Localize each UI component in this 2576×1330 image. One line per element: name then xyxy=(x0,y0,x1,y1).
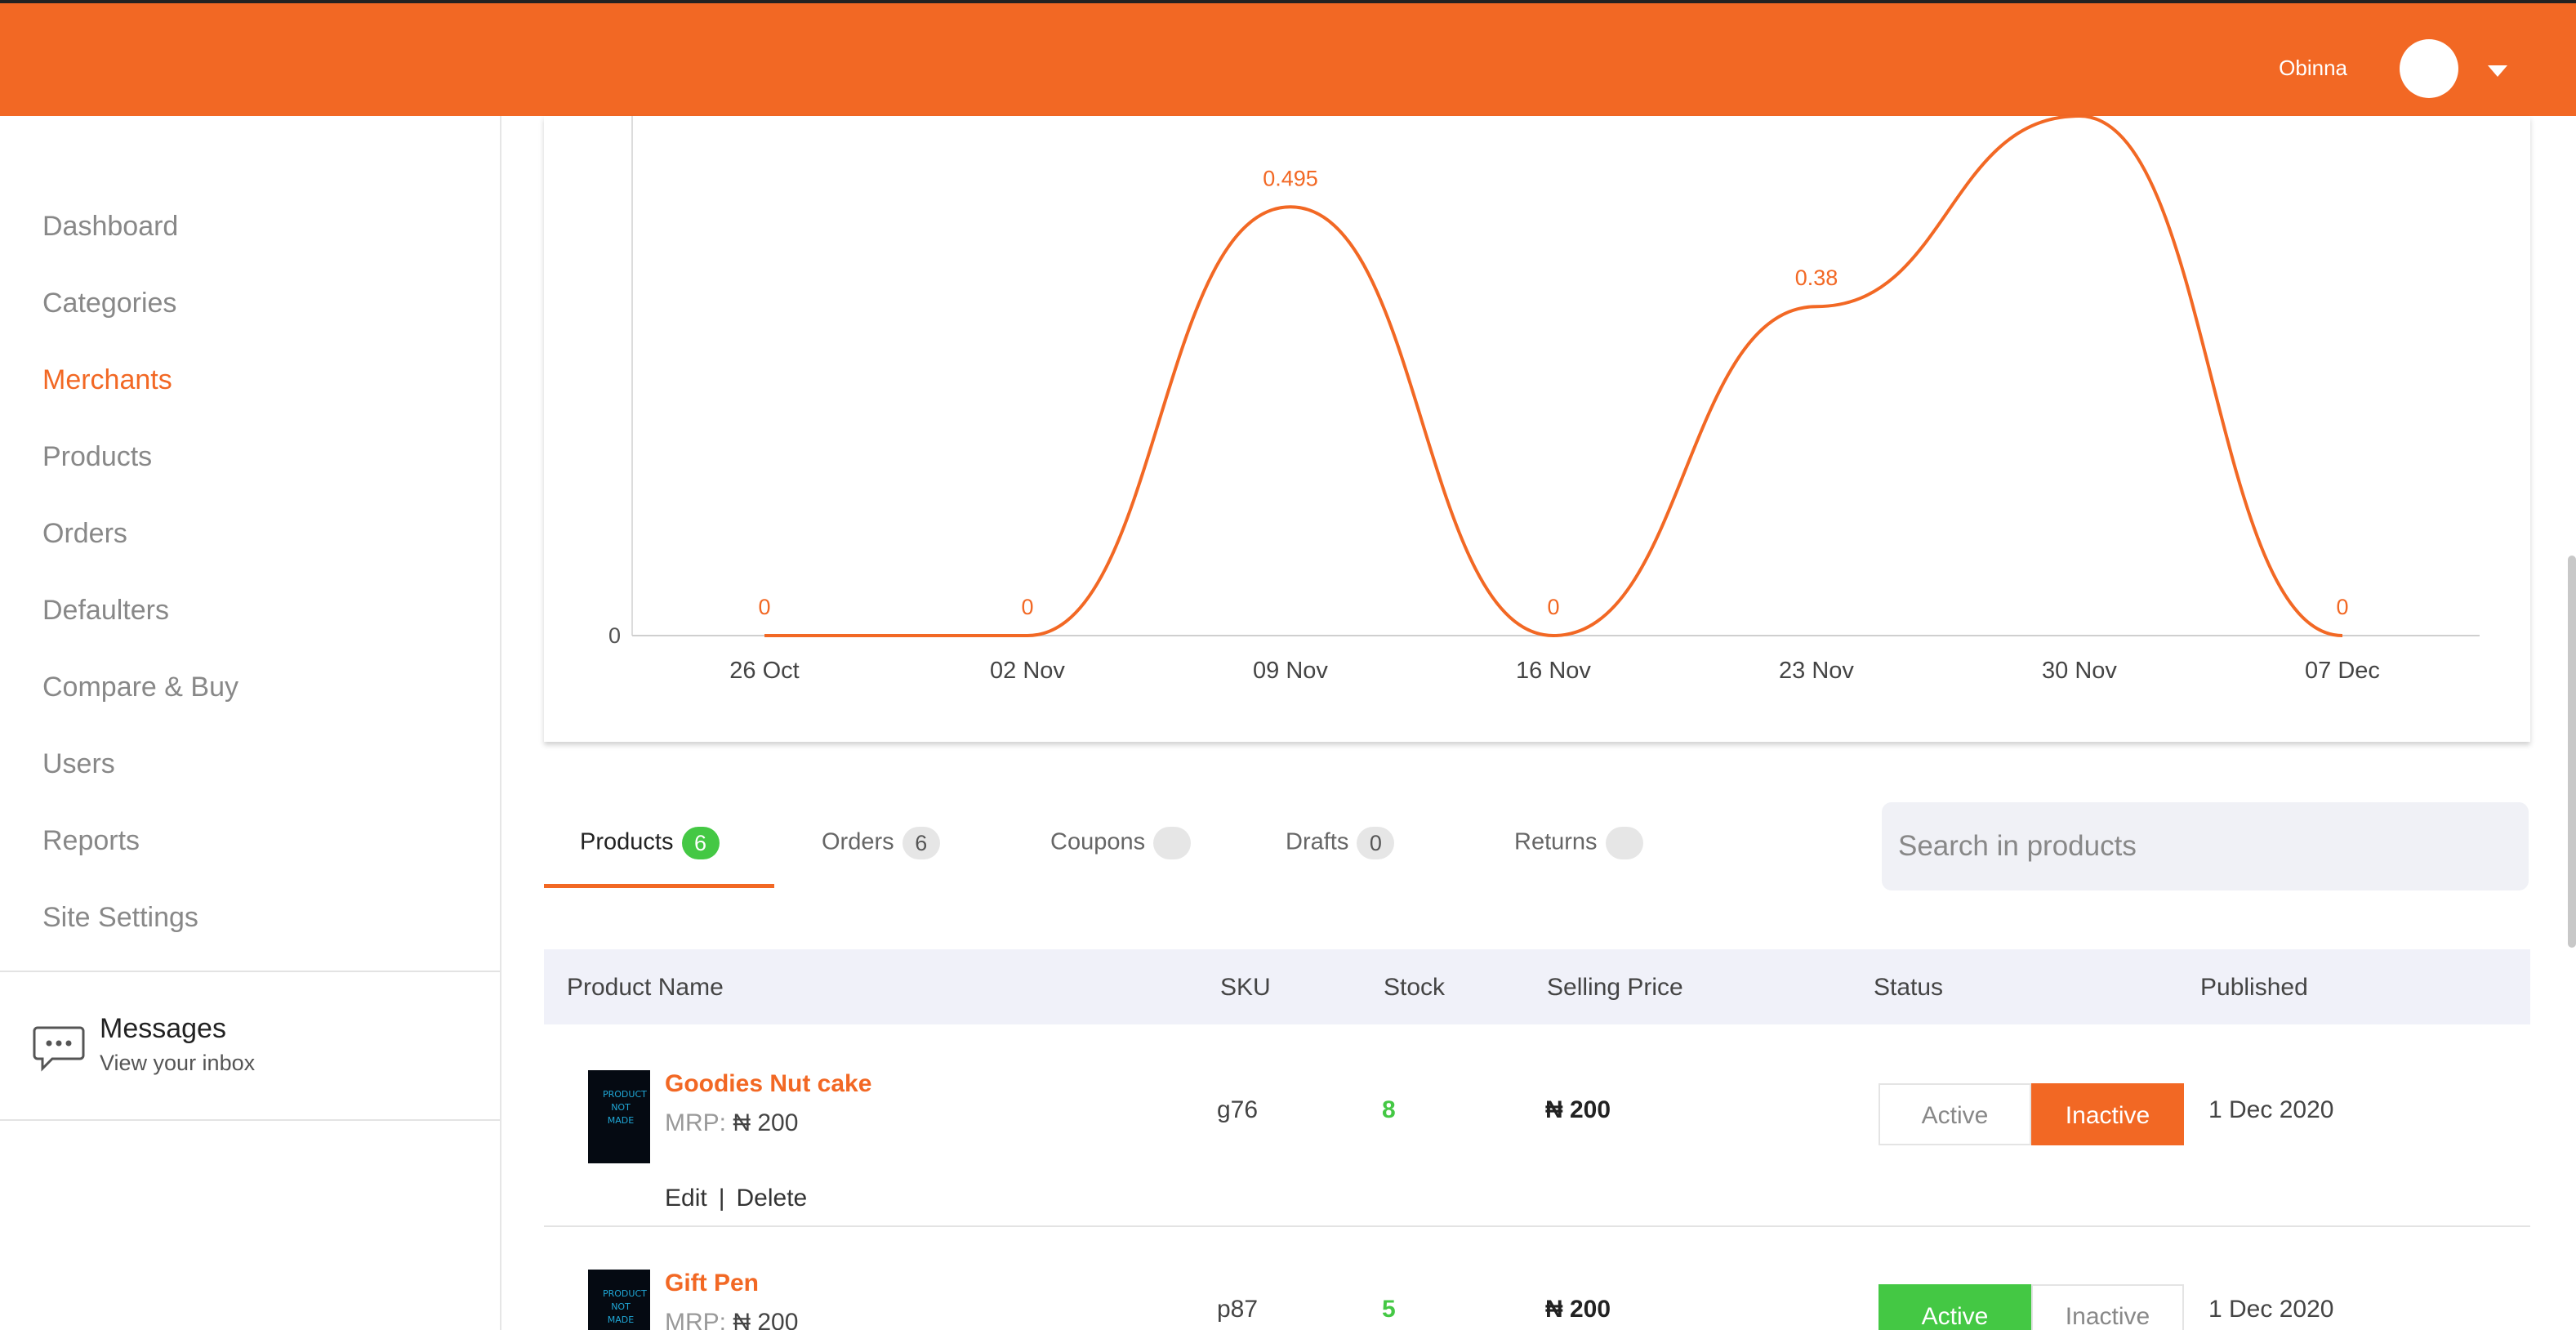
sidebar-item-products[interactable]: Products xyxy=(42,441,152,473)
table-row: PRODUCT NOT MADE Goodies Nut cake MRP: ₦… xyxy=(544,1024,2530,1225)
tab-label: Orders xyxy=(822,828,894,855)
mrp-value: ₦ 200 xyxy=(733,1309,799,1330)
tab-label: Returns xyxy=(1514,828,1598,855)
sidebar-item-users[interactable]: Users xyxy=(42,748,115,780)
x-tick-label: 07 Dec xyxy=(2305,658,2380,684)
chevron-down-icon[interactable] xyxy=(2488,65,2507,77)
active-button[interactable]: Active xyxy=(1879,1284,2031,1330)
thumbnail-text: PRODUCT NOT MADE xyxy=(603,1288,647,1325)
tab-products[interactable]: Products 6 xyxy=(580,827,720,859)
row-actions: Edit | Delete xyxy=(665,1185,807,1212)
table-header: Product Name SKU Stock Selling Price Sta… xyxy=(544,949,2530,1024)
sidebar-item-reports[interactable]: Reports xyxy=(42,825,140,857)
tab-returns[interactable]: Returns xyxy=(1514,827,1643,859)
data-label: 0 xyxy=(2336,595,2348,619)
top-bar: Obinna xyxy=(0,0,2576,116)
published-date: 1 Dec 2020 xyxy=(2208,1096,2334,1123)
sidebar-item-compare-buy[interactable]: Compare & Buy xyxy=(42,672,238,703)
tab-count-badge xyxy=(1605,827,1643,859)
active-button[interactable]: Active xyxy=(1879,1083,2031,1145)
chat-bubble-icon[interactable] xyxy=(33,1021,85,1073)
x-tick-label: 26 Oct xyxy=(729,658,799,684)
y-tick-label: 0 xyxy=(608,623,621,648)
tab-label: Drafts xyxy=(1286,828,1349,855)
published-date: 1 Dec 2020 xyxy=(2208,1296,2334,1323)
table-row: PRODUCT NOT MADE Gift Pen MRP: ₦ 200 p87… xyxy=(544,1227,2530,1330)
thumbnail-text: PRODUCT NOT MADE xyxy=(603,1089,647,1126)
tab-orders[interactable]: Orders 6 xyxy=(822,827,940,859)
stock-value: 8 xyxy=(1382,1096,1396,1123)
tab-count-badge xyxy=(1153,827,1192,859)
product-mrp: MRP: ₦ 200 xyxy=(665,1309,798,1330)
sidebar-item-dashboard[interactable]: Dashboard xyxy=(42,211,178,243)
column-header-stock[interactable]: Stock xyxy=(1384,974,1445,1002)
tab-drafts[interactable]: Drafts 0 xyxy=(1286,827,1395,859)
sales-line-chart: 0 26 Oct 02 Nov 09 Nov 16 Nov 23 Nov 30 Nov 07 … xyxy=(608,116,2480,684)
product-mrp: MRP: ₦ 200 xyxy=(665,1109,798,1137)
column-header-status[interactable]: Status xyxy=(1874,974,1943,1002)
sidebar-item-site-settings[interactable]: Site Settings xyxy=(42,902,198,934)
user-name[interactable]: Obinna xyxy=(2279,56,2347,81)
sidebar: Dashboard Categories Merchants Products … xyxy=(0,116,501,1330)
sales-chart-card: 0 26 Oct 02 Nov 09 Nov 16 Nov 23 Nov 30 Nov 07 … xyxy=(544,116,2530,742)
avatar[interactable] xyxy=(2400,39,2458,98)
selling-price-value: ₦ 200 xyxy=(1545,1296,1611,1323)
column-header-sku[interactable]: SKU xyxy=(1220,974,1271,1002)
tab-count-badge: 6 xyxy=(681,827,720,859)
data-label: 0.38 xyxy=(1795,266,1838,290)
status-toggle: Active Inactive xyxy=(1879,1083,2184,1145)
mrp-label: MRP: xyxy=(665,1309,726,1330)
stock-value: 5 xyxy=(1382,1296,1396,1323)
messages-subtitle[interactable]: View your inbox xyxy=(100,1051,255,1076)
product-tabs: Products 6 Orders 6 Coupons Drafts 0 Ret… xyxy=(544,801,1671,890)
mrp-value: ₦ 200 xyxy=(733,1109,799,1136)
inactive-button[interactable]: Inactive xyxy=(2031,1284,2184,1330)
sku-value: g76 xyxy=(1217,1096,1259,1123)
selling-price-value: ₦ 200 xyxy=(1545,1096,1611,1123)
sku-value: p87 xyxy=(1217,1296,1259,1323)
data-label: 0.495 xyxy=(1263,166,1318,190)
delete-link[interactable]: Delete xyxy=(737,1185,808,1212)
sidebar-item-orders[interactable]: Orders xyxy=(42,518,127,550)
x-tick-label: 23 Nov xyxy=(1779,658,1854,684)
product-thumbnail[interactable]: PRODUCT NOT MADE xyxy=(588,1070,650,1163)
data-label: 0 xyxy=(758,595,770,619)
inactive-button[interactable]: Inactive xyxy=(2031,1083,2184,1145)
x-tick-label: 16 Nov xyxy=(1516,658,1591,684)
series-line xyxy=(764,116,2343,638)
tab-count-badge: 6 xyxy=(902,827,940,859)
sidebar-divider xyxy=(0,1119,500,1121)
sidebar-item-defaulters[interactable]: Defaulters xyxy=(42,595,169,627)
sidebar-item-categories[interactable]: Categories xyxy=(42,288,176,319)
edit-link[interactable]: Edit xyxy=(665,1185,707,1212)
tab-label: Coupons xyxy=(1050,828,1146,855)
x-tick-label: 30 Nov xyxy=(2042,658,2117,684)
product-name-link[interactable]: Gift Pen xyxy=(665,1270,759,1297)
messages-title[interactable]: Messages xyxy=(100,1013,226,1045)
product-thumbnail[interactable]: PRODUCT NOT MADE xyxy=(588,1270,650,1330)
active-tab-indicator xyxy=(544,884,774,888)
column-header-published[interactable]: Published xyxy=(2200,974,2308,1002)
tab-count-badge: 0 xyxy=(1357,827,1395,859)
search-input[interactable] xyxy=(1882,802,2529,890)
sidebar-divider xyxy=(0,971,500,972)
x-tick-label: 09 Nov xyxy=(1253,658,1328,684)
status-toggle: Active Inactive xyxy=(1879,1284,2184,1330)
data-label: 0 xyxy=(1547,595,1559,619)
sidebar-item-merchants[interactable]: Merchants xyxy=(42,364,172,396)
column-header-selling-price[interactable]: Selling Price xyxy=(1547,974,1683,1002)
page-scrollbar[interactable] xyxy=(2568,556,2576,948)
separator: | xyxy=(718,1185,725,1212)
mrp-label: MRP: xyxy=(665,1109,726,1136)
column-header-product-name[interactable]: Product Name xyxy=(567,974,724,1002)
data-label: 0 xyxy=(1021,595,1033,619)
x-tick-label: 02 Nov xyxy=(990,658,1065,684)
tab-coupons[interactable]: Coupons xyxy=(1050,827,1192,859)
product-name-link[interactable]: Goodies Nut cake xyxy=(665,1070,871,1098)
tab-label: Products xyxy=(580,828,674,855)
